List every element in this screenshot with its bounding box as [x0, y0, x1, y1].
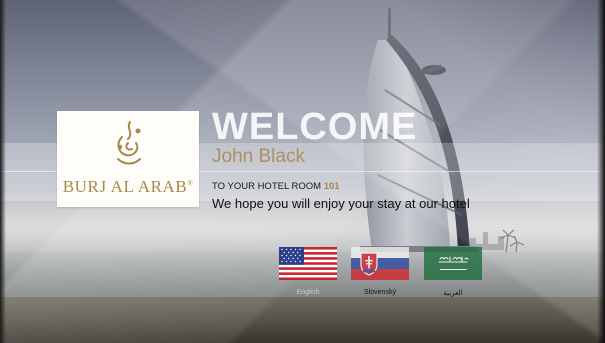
welcome-title: WELCOME	[212, 106, 418, 148]
calligraphy-emblem-icon	[117, 121, 141, 165]
logo-text: BURJ AL ARAB	[62, 177, 188, 196]
room-number: 101	[323, 181, 340, 192]
welcome-message: We hope you will enjoy your stay at our …	[212, 196, 470, 211]
language-option-slovak[interactable]: Slovenský	[351, 247, 409, 296]
saudi-flag-icon	[424, 247, 482, 280]
language-option-english[interactable]: English	[279, 247, 337, 296]
language-label: Slovenský	[364, 289, 396, 296]
slovakia-flag-icon	[351, 247, 409, 280]
us-flag-icon	[279, 247, 337, 280]
room-line: TO YOUR HOTEL ROOM 101	[212, 181, 340, 192]
language-option-arabic[interactable]: العربية	[424, 247, 482, 297]
hotel-logo: BURJ AL ARAB®	[57, 111, 199, 207]
language-label: العربية	[443, 290, 463, 297]
registered-mark: ®	[187, 179, 194, 188]
room-prefix: TO YOUR HOTEL ROOM	[212, 181, 322, 192]
language-label: English	[296, 289, 320, 296]
welcome-screen: BURJ AL ARAB® WELCOME John Black TO YOUR…	[0, 0, 605, 343]
guest-name: John Black	[212, 146, 305, 167]
